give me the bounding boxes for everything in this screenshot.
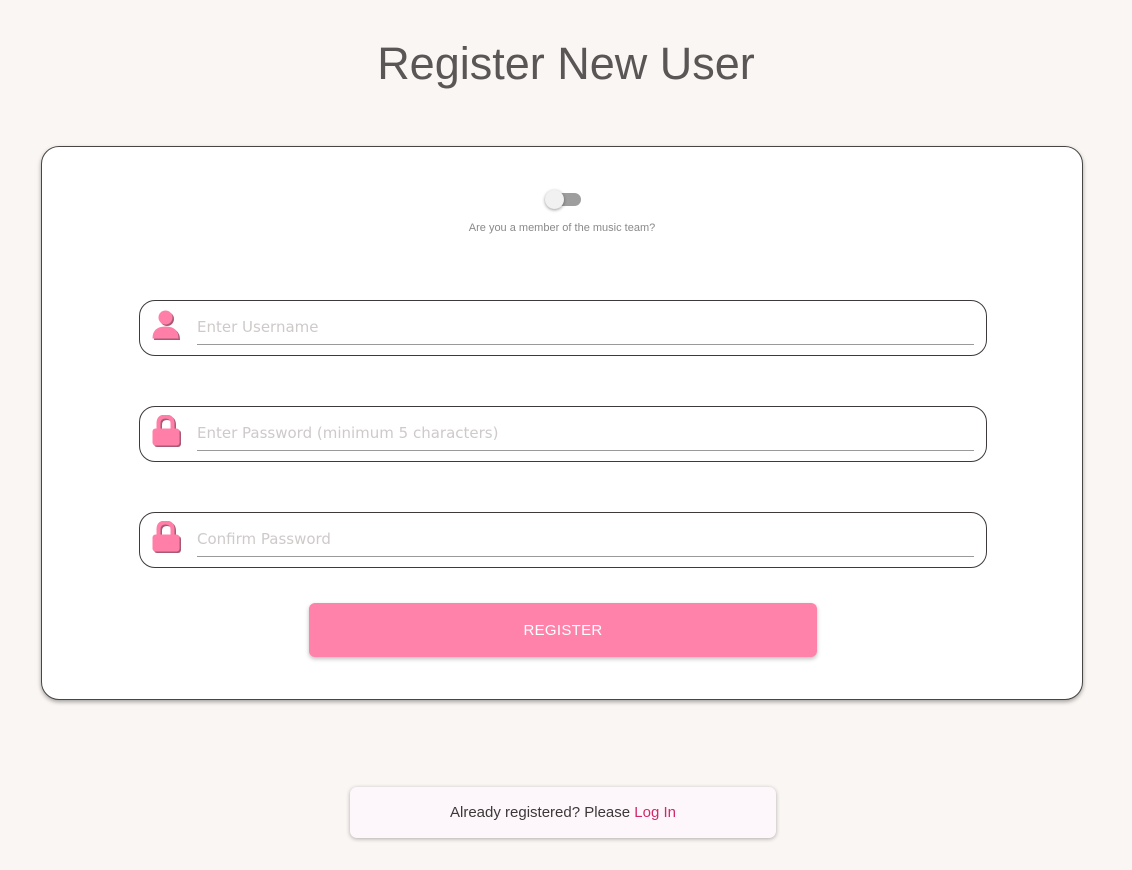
login-prompt-text: Already registered? Please [450, 804, 635, 821]
page-title: Register New User [377, 38, 755, 89]
confirm-password-input[interactable] [197, 521, 974, 557]
music-team-toggle[interactable] [545, 190, 581, 209]
confirm-password-field [139, 512, 987, 568]
registration-card: Are you a member of the music team? Ente… [41, 146, 1083, 700]
music-team-toggle-label: Are you a member of the music team? [468, 222, 656, 234]
password-input[interactable] [197, 415, 974, 451]
lock-icon [151, 520, 185, 555]
register-button[interactable]: REGISTER [309, 603, 817, 657]
password-field [139, 406, 987, 462]
user-icon [151, 309, 185, 343]
toggle-knob [545, 190, 564, 209]
username-field [139, 300, 987, 356]
register-page: Register New User Are you a member of th… [0, 0, 1132, 870]
login-link[interactable]: Log In [634, 804, 676, 821]
username-input[interactable] [197, 309, 974, 345]
login-prompt: Already registered? Please Log In [350, 787, 776, 838]
lock-icon [151, 414, 185, 449]
